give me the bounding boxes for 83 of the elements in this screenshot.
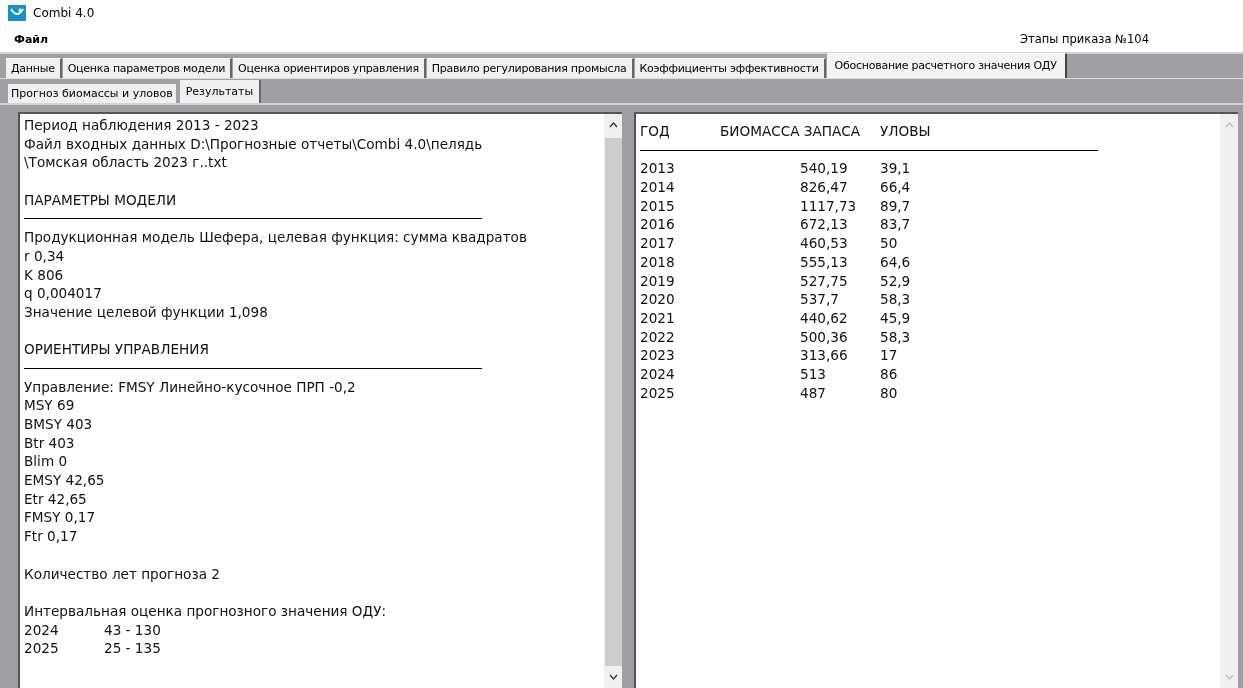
table-cell-text: 2019: [640, 271, 676, 291]
report-text-area[interactable]: [18, 112, 622, 688]
table-cell-text: 540,19: [799, 159, 849, 179]
table-cell: 39,1: [880, 159, 911, 179]
report-line: Etr 42,65: [24, 489, 88, 509]
report-line: \Томская область 2023 г..txt: [24, 153, 228, 173]
report-line: Период наблюдения 2013 - 2023: [24, 116, 260, 135]
report-cell-text: 2024: [24, 620, 60, 640]
tab[interactable]: Данные: [6, 58, 62, 78]
menu-item[interactable]: Файл: [14, 32, 49, 46]
report-line: Btr 403: [24, 433, 76, 453]
table-cell: 52,9: [880, 271, 911, 291]
table-cell-text: 2023: [640, 346, 676, 365]
table-cell-text: 1117,73: [799, 196, 858, 216]
table-cell-text: 2022: [640, 327, 676, 347]
table-cell-text: 2017: [640, 234, 676, 253]
stage-label[interactable]: Этапы приказа №104: [1019, 32, 1149, 46]
report-line: EMSY 42,65: [24, 471, 106, 490]
report-line: q 0,004017: [24, 284, 103, 303]
report-line: BMSY 403: [24, 415, 94, 434]
table-cell: 58,3: [880, 327, 911, 347]
table-cell: 86: [880, 364, 898, 384]
table-cell-text: 2020: [640, 290, 676, 309]
table-cell: 50: [880, 234, 898, 253]
table-cell: 83,7: [880, 215, 911, 235]
table-cell-text: 460,53: [799, 234, 849, 253]
table-cell: 80: [880, 383, 898, 403]
report-cell: 43 - 130: [104, 621, 161, 638]
report-line: Интервальная оценка прогнозного значения ОДУ:: [24, 601, 388, 621]
report-line: FMSY 0,17: [24, 508, 97, 528]
table-cell: 45,9: [880, 308, 911, 328]
report-line: Количество лет прогноза 2: [24, 564, 221, 584]
table-cell-text: 2014: [640, 178, 676, 197]
report-line: Файл входных данных D:\Прогнозные отчеты\Combi 4.0\пелядь: [24, 134, 484, 154]
tab[interactable]: Результаты: [179, 80, 262, 103]
table-cell-text: 2013: [640, 159, 676, 179]
report-line: Продукционная модель Шефера, целевая функция: сумма квадратов: [24, 228, 528, 247]
table-cell: 64,6: [880, 252, 911, 272]
report-line: r 0,34: [24, 246, 66, 266]
table-cell-text: 500,36: [799, 327, 849, 347]
report-line: Управление: FMSY Линейно-кусочное ПРП -0,2: [24, 377, 357, 397]
report-line: Значение целевой функции 1,098: [24, 302, 269, 322]
table-cell-text: 2015: [640, 196, 676, 216]
tab[interactable]: Коэффициенты эффективности: [634, 58, 826, 78]
table-cell-text: 487: [799, 383, 827, 403]
report-cell-text: 2025: [24, 639, 60, 658]
results-text-area[interactable]: [634, 112, 1238, 688]
tab[interactable]: Правило регулирования промысла: [426, 58, 634, 78]
column-header: УЛОВЫ: [880, 122, 931, 141]
app-logo-icon: [8, 5, 26, 21]
report-line: K 806: [24, 265, 65, 285]
report-line: MSY 69: [24, 396, 76, 415]
table-cell: 17: [880, 346, 898, 365]
table-cell-text: 537,7: [799, 290, 840, 309]
table-cell: 66,4: [880, 178, 911, 197]
table-cell-text: 2016: [640, 215, 676, 235]
column-header: БИОМАССА ЗАПАСА: [720, 122, 862, 141]
table-cell-text: 555,13: [799, 252, 849, 272]
report-line: Blim 0: [24, 452, 69, 472]
table-cell: 58,3: [880, 290, 911, 309]
report-line: ОРИЕНТИРЫ УПРАВЛЕНИЯ: [24, 340, 210, 359]
column-header: ГОД: [640, 122, 671, 141]
table-cell-text: 2021: [640, 308, 676, 328]
tab[interactable]: Оценка ориентиров управления: [233, 58, 426, 78]
scroll-up-icon[interactable]: [608, 122, 618, 128]
tab[interactable]: Обоснование расчетного значения ОДУ: [826, 53, 1067, 78]
table-cell-text: 2018: [640, 252, 676, 272]
report-line: ПАРАМЕТРЫ МОДЕЛИ: [24, 190, 178, 210]
report-cell: 25 - 135: [104, 640, 161, 657]
table-cell-text: 313,66: [799, 346, 849, 365]
tab[interactable]: Прогноз биомассы и уловов: [8, 84, 176, 103]
table-cell-text: 2025: [640, 383, 676, 403]
scroll-down-icon[interactable]: [608, 674, 618, 680]
window-title: Combi 4.0: [33, 6, 95, 20]
table-cell-text: 826,47: [799, 178, 849, 197]
table-cell-text: 527,75: [799, 271, 849, 291]
table-cell-text: 672,13: [799, 215, 849, 235]
report-line: Ftr 0,17: [24, 527, 79, 546]
table-cell-text: 2024: [640, 364, 676, 384]
tab[interactable]: Оценка параметров модели: [62, 58, 233, 78]
table-cell-text: 513: [799, 364, 827, 384]
table-cell: 89,7: [880, 196, 911, 216]
table-cell-text: 440,62: [799, 308, 849, 328]
